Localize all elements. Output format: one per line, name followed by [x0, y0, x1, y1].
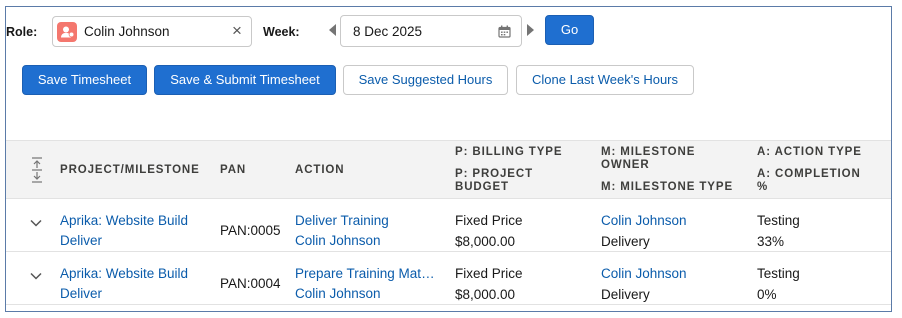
column-header-project-budget-line1[interactable]: P: PROJECT [455, 168, 533, 181]
column-header-action-type[interactable]: A: ACTION TYPE [757, 146, 862, 159]
milestone-owner-link[interactable]: Colin Johnson [601, 264, 687, 284]
milestone-link[interactable]: Deliver [60, 231, 102, 251]
chevron-down-icon[interactable] [30, 272, 42, 280]
column-header-pan[interactable]: PAN [220, 164, 246, 177]
save-timesheet-button[interactable]: Save Timesheet [22, 65, 147, 95]
action-link[interactable]: Deliver Training [295, 211, 389, 231]
close-icon[interactable]: × [228, 22, 246, 40]
column-header-milestone-owner-line1[interactable]: M: MILESTONE [601, 146, 695, 159]
go-button[interactable]: Go [545, 15, 594, 45]
action-type-value: Testing [757, 213, 800, 228]
calendar-icon[interactable] [498, 25, 511, 38]
action-owner-link[interactable]: Colin Johnson [295, 231, 381, 251]
caret-left-icon[interactable] [329, 24, 336, 36]
project-link[interactable]: Aprika: Website Build [60, 264, 188, 284]
column-header-project-budget-line2[interactable]: BUDGET [455, 181, 509, 194]
table-row: Aprika: Website Build Deliver PAN:0005 D… [6, 199, 891, 252]
pan-value: PAN:0005 [220, 223, 281, 238]
clone-last-week-button[interactable]: Clone Last Week's Hours [516, 65, 694, 95]
column-header-milestone-type[interactable]: M: MILESTONE TYPE [601, 181, 733, 194]
completion-value: 0% [757, 287, 777, 302]
billing-type-value: Fixed Price [455, 213, 523, 228]
project-link[interactable]: Aprika: Website Build [60, 211, 188, 231]
save-submit-timesheet-button[interactable]: Save & Submit Timesheet [154, 65, 336, 95]
week-date-value: 8 Dec 2025 [353, 24, 423, 39]
column-header-project-milestone[interactable]: PROJECT/MILESTONE [60, 164, 200, 177]
project-budget-value: $8,000.00 [455, 234, 516, 249]
project-budget-value: $8,000.00 [455, 287, 516, 302]
week-date-input[interactable]: 8 Dec 2025 [340, 15, 522, 47]
column-header-completion-line2[interactable]: % [757, 181, 768, 194]
milestone-type-value: Delivery [601, 234, 650, 249]
milestone-owner-link[interactable]: Colin Johnson [601, 211, 687, 231]
column-resize-icon[interactable] [30, 156, 44, 184]
table-row: Aprika: Website Build Deliver PAN:0004 P… [6, 252, 891, 305]
column-header-billing-type[interactable]: P: BILLING TYPE [455, 146, 562, 159]
role-lookup-field[interactable]: Colin Johnson × [52, 16, 252, 47]
action-owner-link[interactable]: Colin Johnson [295, 284, 381, 304]
milestone-link[interactable]: Deliver [60, 284, 102, 304]
action-link[interactable]: Prepare Training Mater… [295, 264, 441, 284]
role-value: Colin Johnson [84, 24, 170, 39]
role-label: Role: [6, 25, 38, 39]
chevron-down-icon[interactable] [30, 219, 42, 227]
pan-value: PAN:0004 [220, 276, 281, 291]
save-suggested-hours-button[interactable]: Save Suggested Hours [343, 65, 508, 95]
action-type-value: Testing [757, 266, 800, 281]
column-header-action[interactable]: ACTION [295, 164, 344, 177]
week-label: Week: [263, 25, 300, 39]
user-avatar-icon [57, 22, 77, 42]
timesheet-panel: Role: Colin Johnson × Week: 8 Dec 2025 G… [5, 6, 892, 312]
milestone-type-value: Delivery [601, 287, 650, 302]
caret-right-icon[interactable] [527, 24, 534, 36]
billing-type-value: Fixed Price [455, 266, 523, 281]
completion-value: 33% [757, 234, 785, 249]
column-header-completion-line1[interactable]: A: COMPLETION [757, 168, 861, 181]
column-header-milestone-owner-line2[interactable]: OWNER [601, 159, 650, 172]
